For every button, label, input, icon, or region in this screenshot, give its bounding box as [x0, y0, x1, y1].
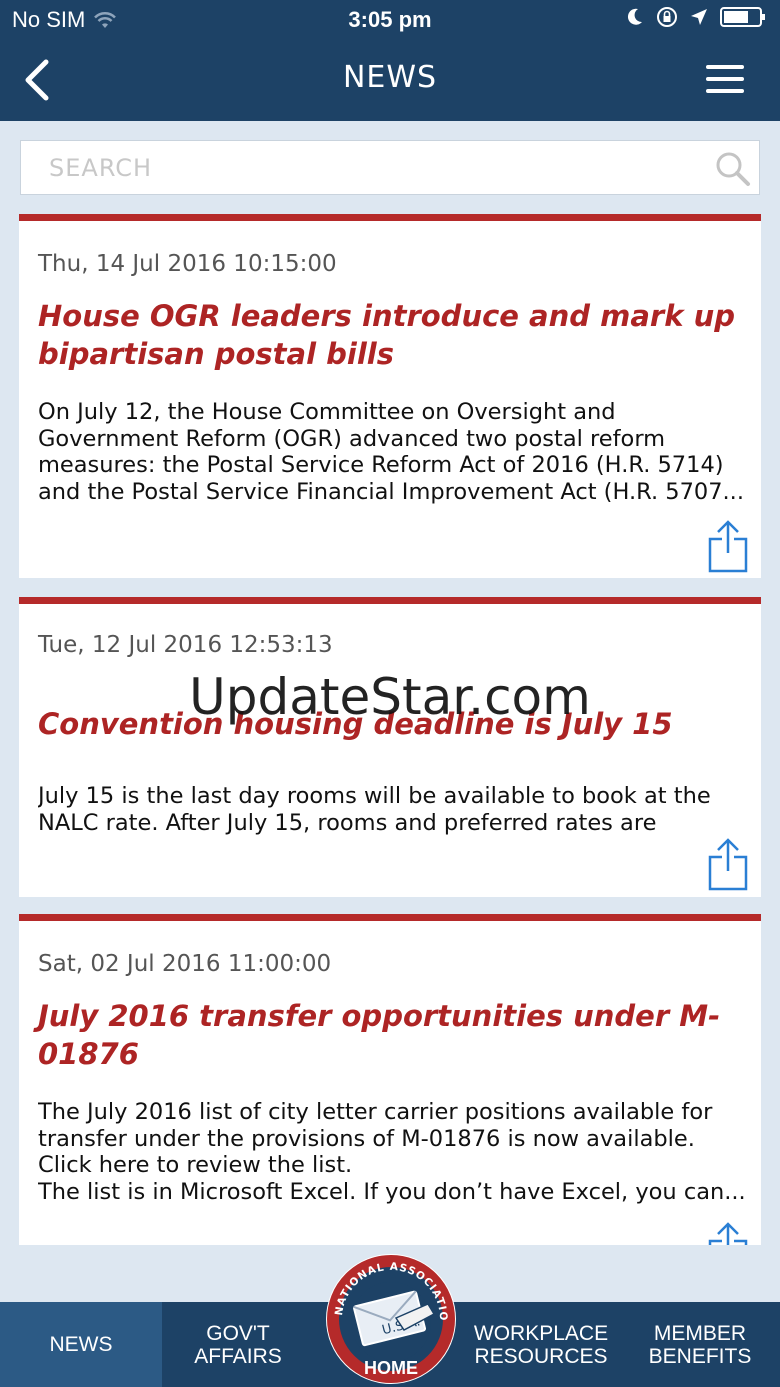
rotation-lock-icon [657, 7, 677, 27]
location-icon [691, 9, 707, 25]
share-icon[interactable] [708, 519, 748, 573]
tab-govt-affairs[interactable]: GOV'T AFFAIRS [162, 1302, 314, 1387]
article-headline[interactable]: July 2016 transfer opportunities under M… [38, 997, 738, 1073]
page-title: NEWS [342, 60, 438, 95]
tab-label: WORKPLACE RESOURCES [473, 1321, 609, 1368]
tab-label: MEMBER BENEFITS [648, 1321, 752, 1368]
tab-news[interactable]: NEWS [0, 1302, 162, 1387]
share-icon[interactable] [708, 837, 748, 891]
article-date: Thu, 14 Jul 2016 10:15:00 [38, 251, 337, 277]
news-card[interactable]: Thu, 14 Jul 2016 10:15:00 House OGR lead… [19, 214, 761, 578]
share-icon[interactable] [708, 1221, 748, 1245]
battery-icon [720, 7, 765, 27]
article-date: Tue, 12 Jul 2016 12:53:13 [38, 632, 333, 658]
article-summary: The July 2016 list of city letter carrie… [38, 1099, 746, 1205]
status-bar: No SIM 3:05 pm [0, 0, 780, 40]
tab-label: GOV'T AFFAIRS [194, 1321, 282, 1368]
article-summary: July 15 is the last day rooms will be av… [38, 783, 711, 839]
search-box [20, 140, 760, 195]
article-headline[interactable]: House OGR leaders introduce and mark up … [38, 297, 738, 373]
tab-home-label[interactable]: HOME [324, 1358, 458, 1379]
news-card[interactable]: Sat, 02 Jul 2016 11:00:00 July 2016 tran… [19, 914, 761, 1245]
watermark-text: UpdateStar.com [189, 668, 591, 726]
nav-bar: NEWS [0, 40, 780, 121]
hamburger-menu-icon[interactable] [706, 64, 744, 94]
status-right [626, 6, 766, 28]
search-input[interactable] [21, 141, 711, 194]
news-card[interactable]: Tue, 12 Jul 2016 12:53:13 Convention hou… [19, 597, 761, 897]
tab-label: NEWS [49, 1333, 113, 1356]
search-icon[interactable] [715, 151, 751, 187]
tab-member-benefits[interactable]: MEMBER BENEFITS [620, 1302, 780, 1387]
article-date: Sat, 02 Jul 2016 11:00:00 [38, 951, 332, 977]
article-summary: On July 12, the House Committee on Overs… [38, 399, 744, 505]
tab-workplace-resources[interactable]: WORKPLACE RESOURCES [462, 1302, 620, 1387]
moon-icon [627, 8, 642, 25]
